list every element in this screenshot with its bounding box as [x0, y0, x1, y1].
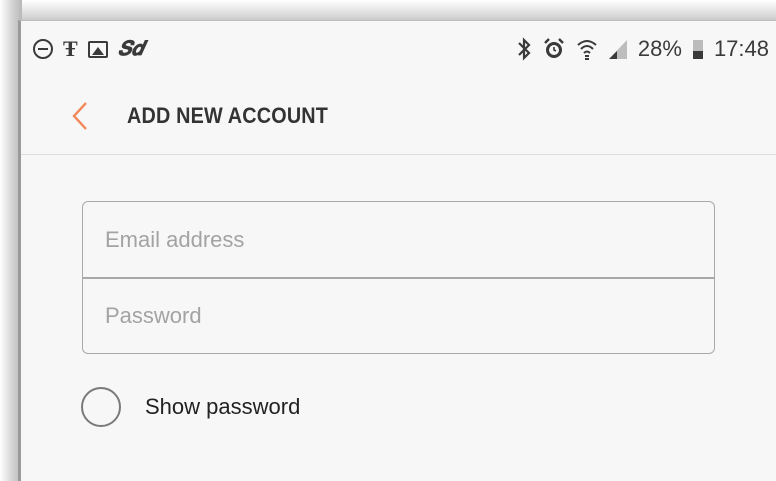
do-not-disturb-icon	[33, 39, 53, 59]
phone-screen: Ŧ 𝑺𝒅 28% 17:48 ADD NEW ACCOUNT Email add…	[18, 20, 776, 481]
status-bar: Ŧ 𝑺𝒅 28% 17:48	[21, 21, 776, 77]
show-password-radio[interactable]	[81, 387, 121, 427]
t-mobile-icon: Ŧ	[63, 36, 78, 61]
password-field[interactable]	[83, 278, 714, 353]
alarm-icon	[542, 37, 566, 61]
battery-icon	[692, 37, 704, 61]
show-password-toggle[interactable]: Show password	[81, 387, 300, 427]
show-password-label: Show password	[145, 394, 301, 419]
back-button[interactable]	[53, 89, 107, 143]
wifi-icon	[576, 37, 598, 61]
email-field[interactable]	[83, 202, 714, 277]
login-form	[82, 201, 715, 354]
gallery-icon	[87, 40, 108, 58]
app-bar: ADD NEW ACCOUNT	[21, 77, 776, 155]
battery-percent: 28%	[637, 36, 682, 61]
bluetooth-icon	[516, 37, 532, 61]
status-bar-left: Ŧ 𝑺𝒅	[33, 36, 144, 62]
clock: 17:48	[713, 36, 769, 61]
signal-icon	[608, 38, 628, 60]
sd-card-icon: 𝑺𝒅	[117, 37, 144, 60]
screenshot-shadow-top	[0, 0, 776, 22]
status-bar-right: 28% 17:48	[516, 36, 769, 62]
chevron-left-icon	[72, 101, 87, 130]
page-title: ADD NEW ACCOUNT	[127, 102, 329, 128]
